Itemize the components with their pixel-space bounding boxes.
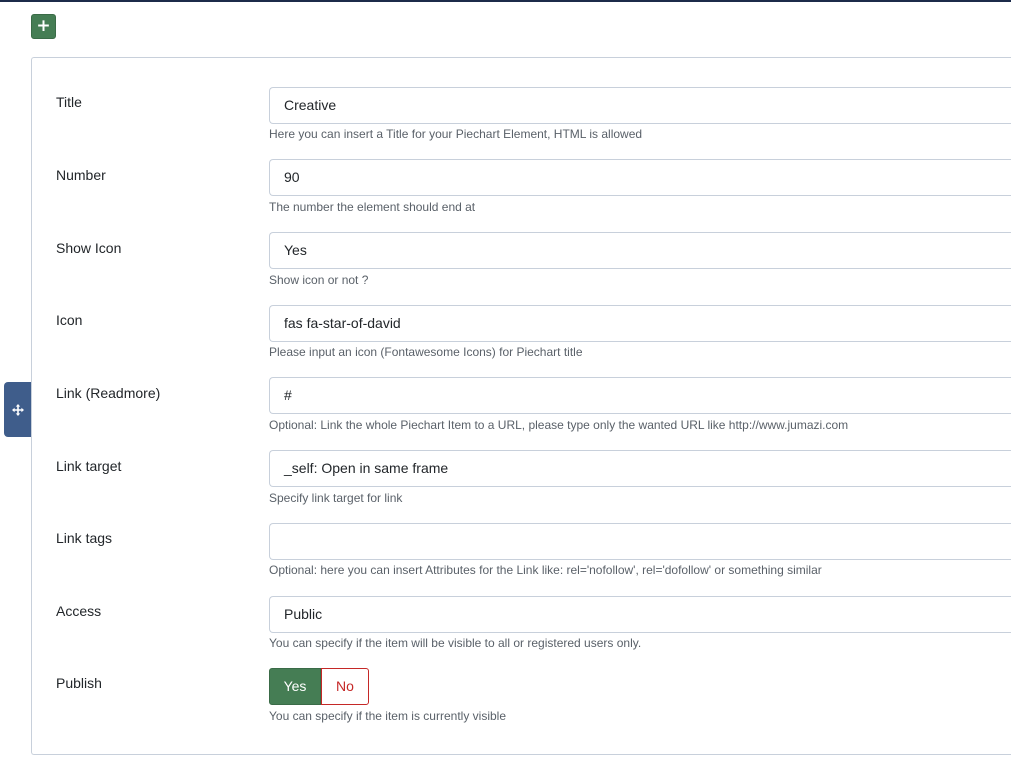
access-help: You can specify if the item will be visi… [269,636,642,650]
publish-label: Publish [56,675,102,691]
add-item-button[interactable]: + [31,14,56,39]
link-input[interactable]: # [269,377,1011,414]
link-tags-input[interactable] [269,523,1011,560]
number-label: Number [56,167,106,183]
number-help: The number the element should end at [269,200,476,214]
link-target-select[interactable]: _self: Open in same frame [269,450,1011,487]
top-border [0,0,1011,2]
show-icon-help: Show icon or not ? [269,273,369,287]
show-icon-select[interactable]: Yes [269,232,1011,269]
link-tags-help: Optional: here you can insert Attributes… [269,563,822,577]
link-target-help: Specify link target for link [269,491,403,505]
icon-help: Please input an icon (Fontawesome Icons)… [269,345,583,359]
move-arrows-icon [12,401,24,418]
plus-icon: + [36,16,51,36]
icon-label: Icon [56,312,83,328]
title-input[interactable]: Creative [269,87,1011,124]
link-tags-label: Link tags [56,530,113,546]
link-target-label: Link target [56,458,122,474]
number-input[interactable]: 90 [269,159,1011,196]
publish-yes-button[interactable]: Yes [269,668,321,705]
show-icon-label: Show Icon [56,240,122,256]
link-help: Optional: Link the whole Piechart Item t… [269,418,849,432]
icon-input[interactable]: fas fa-star-of-david [269,305,1011,342]
publish-toggle: Yes No [269,668,369,705]
access-select[interactable]: Public [269,596,1011,633]
publish-no-button[interactable]: No [321,668,369,705]
drag-handle[interactable] [4,382,32,437]
link-label: Link (Readmore) [56,385,161,401]
title-label: Title [56,94,82,110]
publish-help: You can specify if the item is currently… [269,709,506,723]
access-label: Access [56,603,102,619]
title-help: Here you can insert a Title for your Pie… [269,127,643,141]
